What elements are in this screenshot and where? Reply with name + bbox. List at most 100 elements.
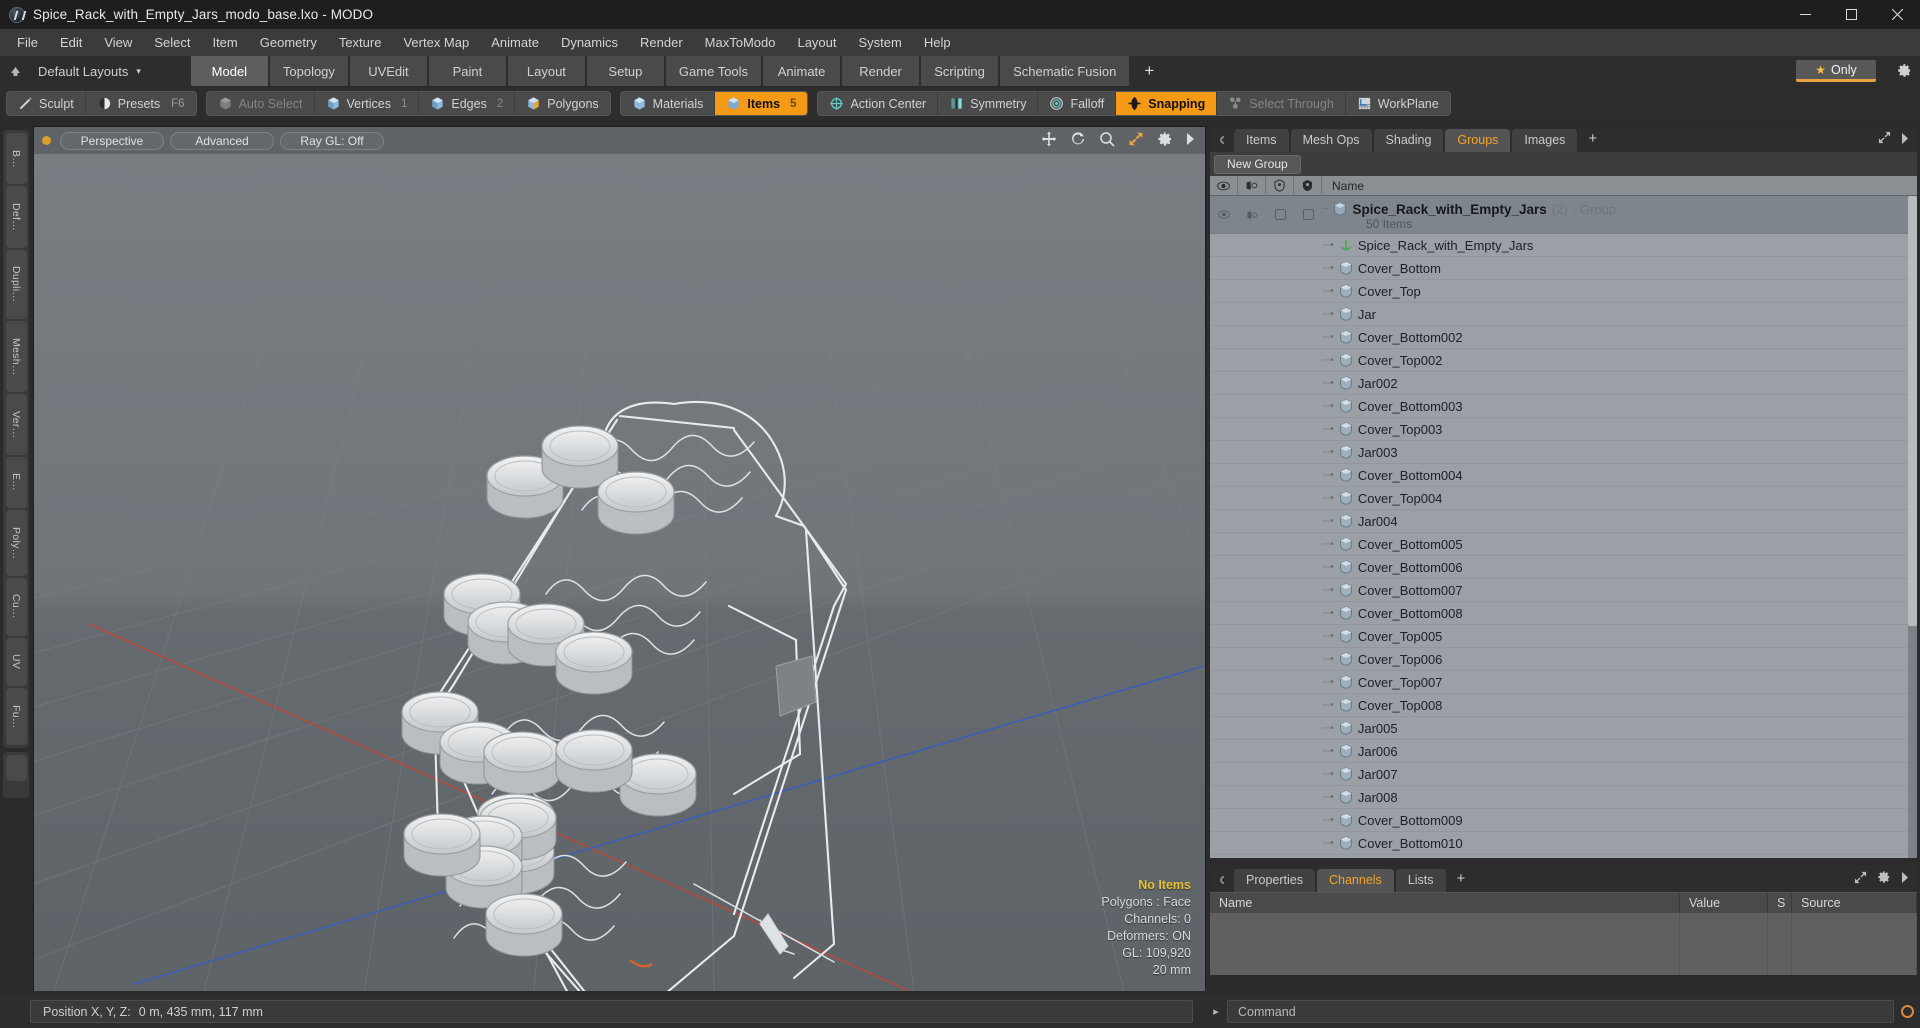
layout-tab-game-tools[interactable]: Game Tools [665, 56, 762, 86]
panel-menu-icon[interactable] [1218, 134, 1230, 146]
menu-dynamics[interactable]: Dynamics [550, 31, 629, 55]
select-through-button[interactable]: Select Through [1217, 92, 1346, 115]
scrollbar-thumb[interactable] [1908, 196, 1917, 626]
list-item[interactable]: ···• Spice_Rack_with_Empty_Jars [1210, 234, 1917, 257]
viewport-raygl-dropdown[interactable]: Ray GL: Off [280, 131, 384, 150]
falloff-button[interactable]: Falloff [1038, 92, 1117, 115]
gear-icon[interactable] [1897, 63, 1912, 81]
menu-maxtomodo[interactable]: MaxToModo [694, 31, 787, 55]
col-lock-icon[interactable] [1266, 175, 1294, 196]
channels-col-source[interactable]: Source [1792, 892, 1917, 914]
list-item[interactable]: ···• Jar005 [1210, 717, 1917, 740]
panel-menu-icon[interactable] [1218, 874, 1230, 886]
menu-select[interactable]: Select [143, 31, 201, 55]
left-tab-fusion[interactable]: Fu… [5, 688, 27, 745]
channels-col-name[interactable]: Name [1210, 892, 1680, 914]
symmetry-button[interactable]: Symmetry [938, 92, 1039, 115]
row-lock-checkbox[interactable] [1266, 196, 1294, 233]
list-item[interactable]: ···• Jar008 [1210, 786, 1917, 809]
layout-tab-scripting[interactable]: Scripting [921, 56, 999, 86]
layout-preset-label[interactable]: Default Layouts [30, 64, 134, 79]
menu-file[interactable]: File [6, 31, 49, 55]
tab-mesh-ops[interactable]: Mesh Ops [1290, 129, 1372, 152]
group-list-scrollbar[interactable] [1908, 196, 1917, 858]
polygons-button[interactable]: Polygons [515, 92, 609, 115]
up-arrow-icon[interactable] [0, 56, 30, 86]
left-tab-deform[interactable]: Def… [5, 186, 27, 248]
layout-tab-model[interactable]: Model [190, 56, 268, 86]
list-item[interactable]: ···• Cover_Bottom010 [1210, 832, 1917, 855]
col-render-icon[interactable] [1238, 175, 1266, 196]
col-select-icon[interactable] [1294, 175, 1322, 196]
edges-button[interactable]: Edges 2 [419, 92, 516, 115]
tab-properties[interactable]: Properties [1234, 869, 1315, 892]
row-select-checkbox[interactable] [1294, 196, 1322, 233]
list-item[interactable]: ···• Cover_Top [1210, 280, 1917, 303]
list-item[interactable]: ···• Jar007 [1210, 763, 1917, 786]
move-icon[interactable] [1041, 131, 1057, 150]
list-item[interactable]: ···• Jar002 [1210, 372, 1917, 395]
row-visible-eye-icon[interactable] [1210, 196, 1238, 233]
left-tab-duplicate[interactable]: Dupli… [5, 249, 27, 320]
vertices-button[interactable]: Vertices 1 [315, 92, 420, 115]
menu-view[interactable]: View [93, 31, 143, 55]
zoom-icon[interactable] [1099, 131, 1115, 150]
group-list-body[interactable]: − Spice_Rack_with_Empty_Jars (2) : Group… [1210, 196, 1917, 858]
left-tab-uv[interactable]: UV [5, 637, 27, 687]
chevron-down-icon[interactable]: ▾ [136, 66, 141, 77]
tab-shading[interactable]: Shading [1373, 129, 1444, 152]
list-item[interactable]: ···• Cover_Bottom009 [1210, 809, 1917, 832]
arrow-right-icon[interactable] [1901, 132, 1909, 147]
tab-images[interactable]: Images [1512, 129, 1578, 152]
menu-animate[interactable]: Animate [480, 31, 550, 55]
list-item[interactable]: ···• Jar [1210, 303, 1917, 326]
left-tab-basic[interactable]: B… [5, 133, 27, 185]
row-render-icon[interactable] [1238, 196, 1266, 233]
snapping-button[interactable]: Snapping [1116, 92, 1218, 115]
presets-button[interactable]: Presets F6 [86, 92, 196, 115]
channels-table-body[interactable] [1210, 913, 1917, 975]
layout-tab-paint[interactable]: Paint [428, 56, 506, 86]
auto-select-button[interactable]: Auto Select [207, 92, 315, 115]
menu-help[interactable]: Help [913, 31, 962, 55]
left-tab-mesh[interactable]: Mesh… [5, 321, 27, 392]
layout-tab-setup[interactable]: Setup [586, 56, 664, 86]
minimize-button[interactable] [1782, 0, 1828, 29]
channels-col-value[interactable]: Value [1680, 892, 1768, 914]
sculpt-button[interactable]: Sculpt [7, 92, 86, 115]
viewport-shading-dropdown[interactable]: Advanced [170, 131, 274, 150]
list-item[interactable]: ···• Cover_Bottom007 [1210, 579, 1917, 602]
viewport-3d[interactable]: Perspective Advanced Ray GL: Off No Item… [33, 126, 1206, 991]
add-layout-tab-button[interactable]: + [1131, 56, 1167, 86]
tab-items[interactable]: Items [1234, 129, 1289, 152]
arrow-right-icon[interactable] [1186, 133, 1195, 148]
expand-icon[interactable] [1854, 871, 1867, 887]
viewport-projection-dropdown[interactable]: Perspective [60, 131, 164, 150]
list-item[interactable]: ···• Cover_Bottom006 [1210, 556, 1917, 579]
list-item[interactable]: ···• Jar003 [1210, 441, 1917, 464]
command-input[interactable]: Command [1227, 1000, 1894, 1023]
left-tab-vertex[interactable]: Ver… [5, 393, 27, 455]
layout-tab-animate[interactable]: Animate [763, 56, 841, 86]
layout-tab-layout[interactable]: Layout [507, 56, 585, 86]
layout-tab-schematic-fusion[interactable]: Schematic Fusion [1000, 56, 1130, 86]
workplane-button[interactable]: WorkPlane [1346, 92, 1450, 115]
list-item[interactable]: ···• Jar004 [1210, 510, 1917, 533]
list-item[interactable]: ···• Cover_Bottom [1210, 257, 1917, 280]
new-group-button[interactable]: New Group [1214, 154, 1301, 174]
menu-render[interactable]: Render [629, 31, 694, 55]
list-item[interactable]: ···• Cover_Bottom005 [1210, 533, 1917, 556]
only-button[interactable]: ★ Only [1796, 60, 1876, 82]
tab-groups[interactable]: Groups [1445, 129, 1511, 152]
materials-button[interactable]: Materials [621, 92, 716, 115]
record-icon[interactable] [1894, 1005, 1920, 1018]
left-tab-edge[interactable]: E… [5, 456, 27, 508]
arrow-right-icon[interactable] [1901, 871, 1909, 886]
rotate-icon[interactable] [1070, 131, 1086, 150]
list-item[interactable]: ···• Cover_Top005 [1210, 625, 1917, 648]
layout-tab-topology[interactable]: Topology [269, 56, 348, 86]
list-item[interactable]: ···• Cover_Bottom004 [1210, 464, 1917, 487]
layout-tab-render[interactable]: Render [842, 56, 920, 86]
menu-edit[interactable]: Edit [49, 31, 93, 55]
gear-icon[interactable] [1157, 131, 1173, 150]
